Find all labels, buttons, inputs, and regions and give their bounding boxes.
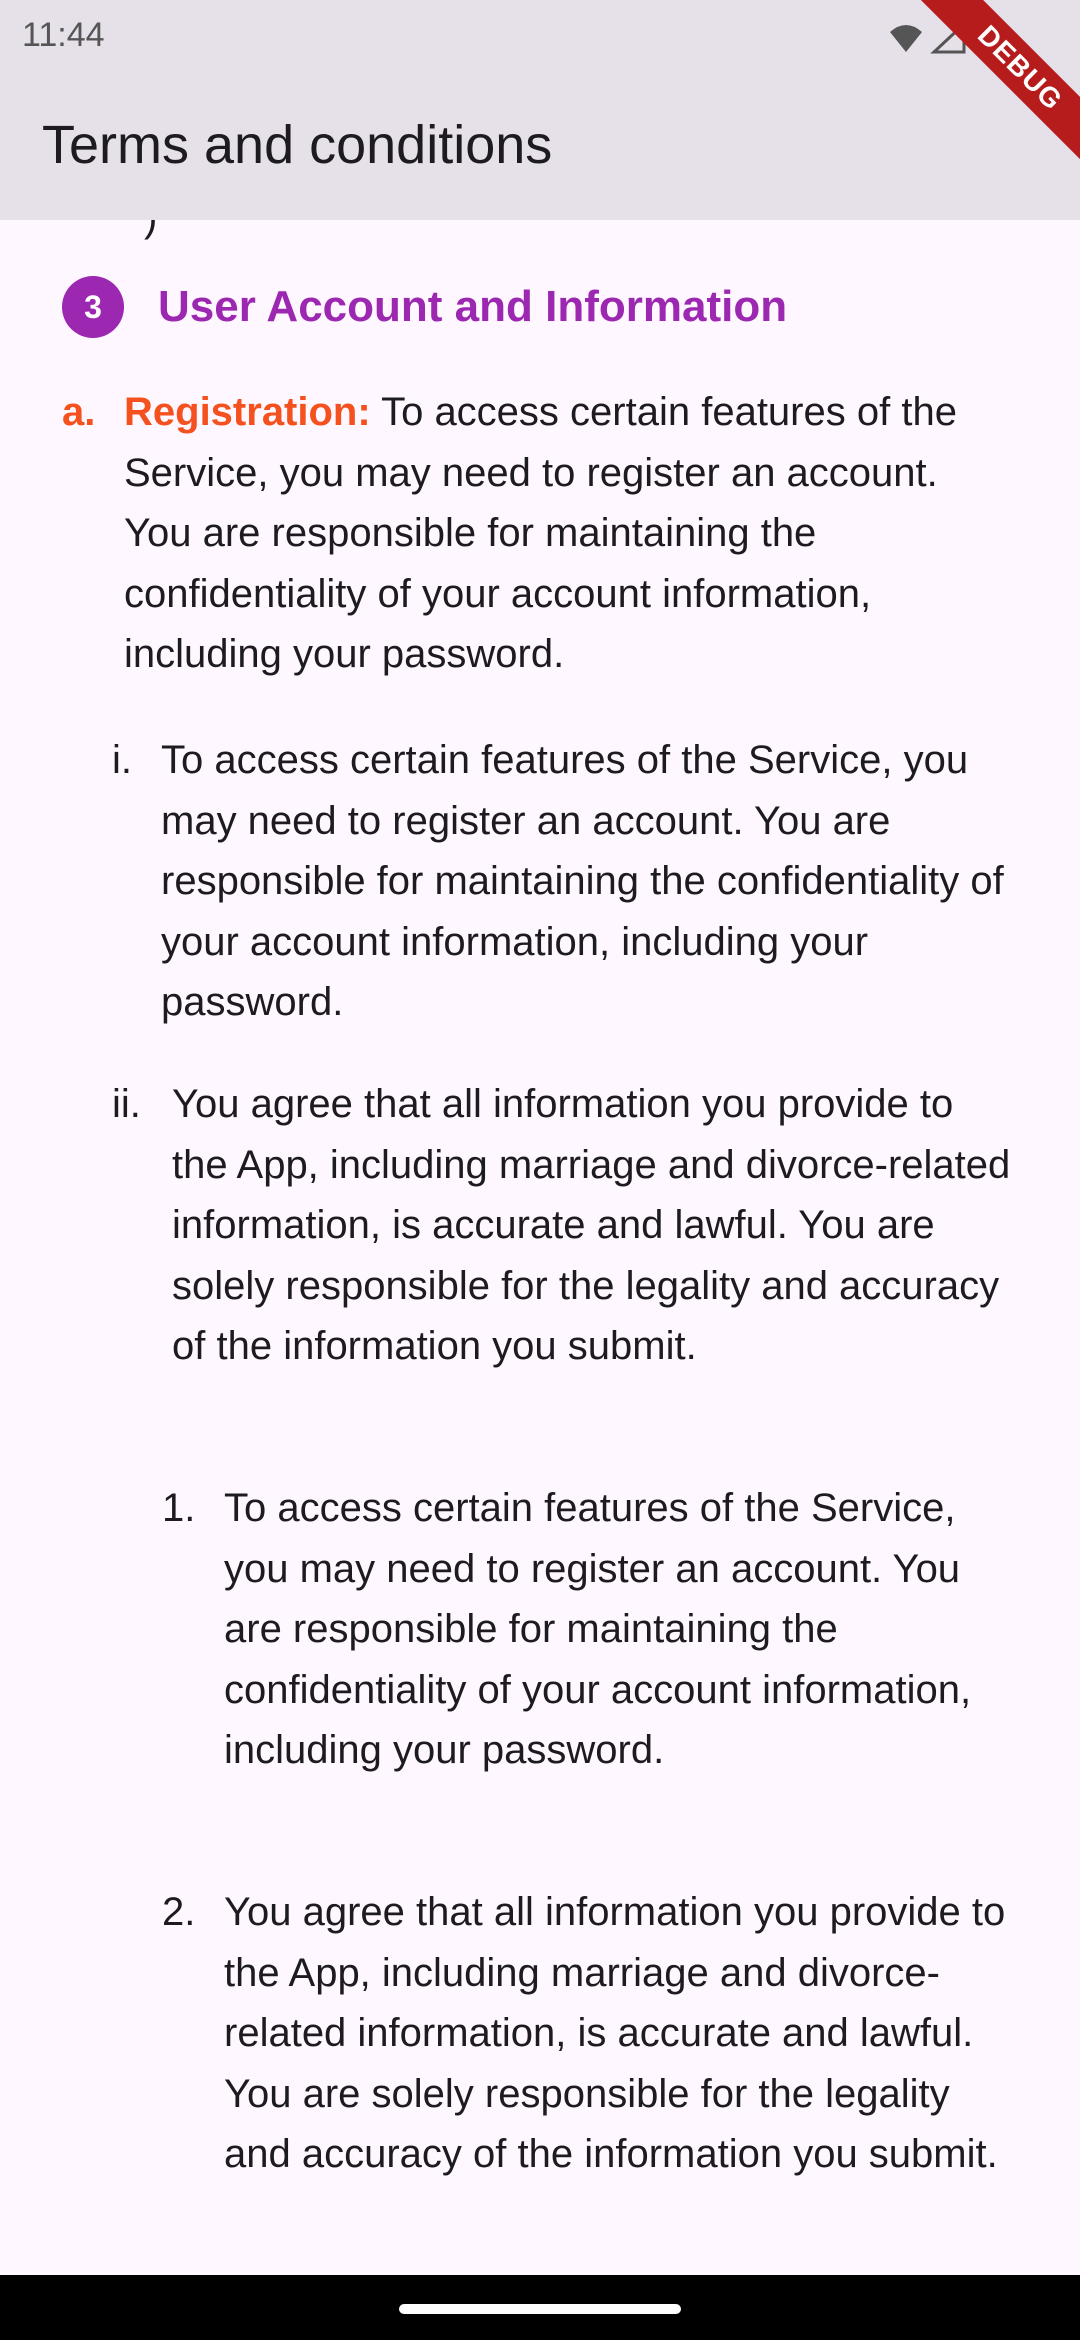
page-title: Terms and conditions [42, 115, 553, 175]
wifi-icon [890, 25, 922, 52]
terms-content[interactable]: ) 3 User Account and Information a. Regi… [0, 220, 1080, 2275]
debug-ribbon-label: DEBUG [920, 0, 1080, 160]
list-item-1: To access certain features of the Servic… [224, 1486, 972, 1772]
home-indicator[interactable] [399, 2304, 681, 2314]
app-bar: Terms and conditions [0, 74, 1080, 220]
list-item-ii: You agree that all information you provi… [172, 1082, 1011, 1368]
list-item-a: Registration: To access certain features… [124, 382, 1004, 685]
list-item-i: To access certain features of the Servic… [161, 738, 1004, 1024]
list-marker-ii: ii. [112, 1082, 141, 1126]
list-marker-2: 2. [162, 1890, 196, 1934]
list-marker-1: 1. [162, 1486, 196, 1530]
debug-banner: DEBUG [920, 0, 1080, 160]
list-marker-i: i. [112, 738, 132, 782]
status-time: 11:44 [22, 16, 105, 54]
list-marker-a: a. [62, 390, 96, 434]
section-title: User Account and Information [158, 282, 788, 331]
section-number-badge: 3 [62, 276, 124, 338]
list-item-2: You agree that all information you provi… [224, 1890, 1006, 2176]
list-item-a-lead: Registration: [124, 390, 371, 434]
status-bar: 11:44 [0, 0, 1080, 74]
scrolled-text-fragment: ) [144, 220, 157, 241]
system-navigation-bar [0, 2275, 1080, 2340]
